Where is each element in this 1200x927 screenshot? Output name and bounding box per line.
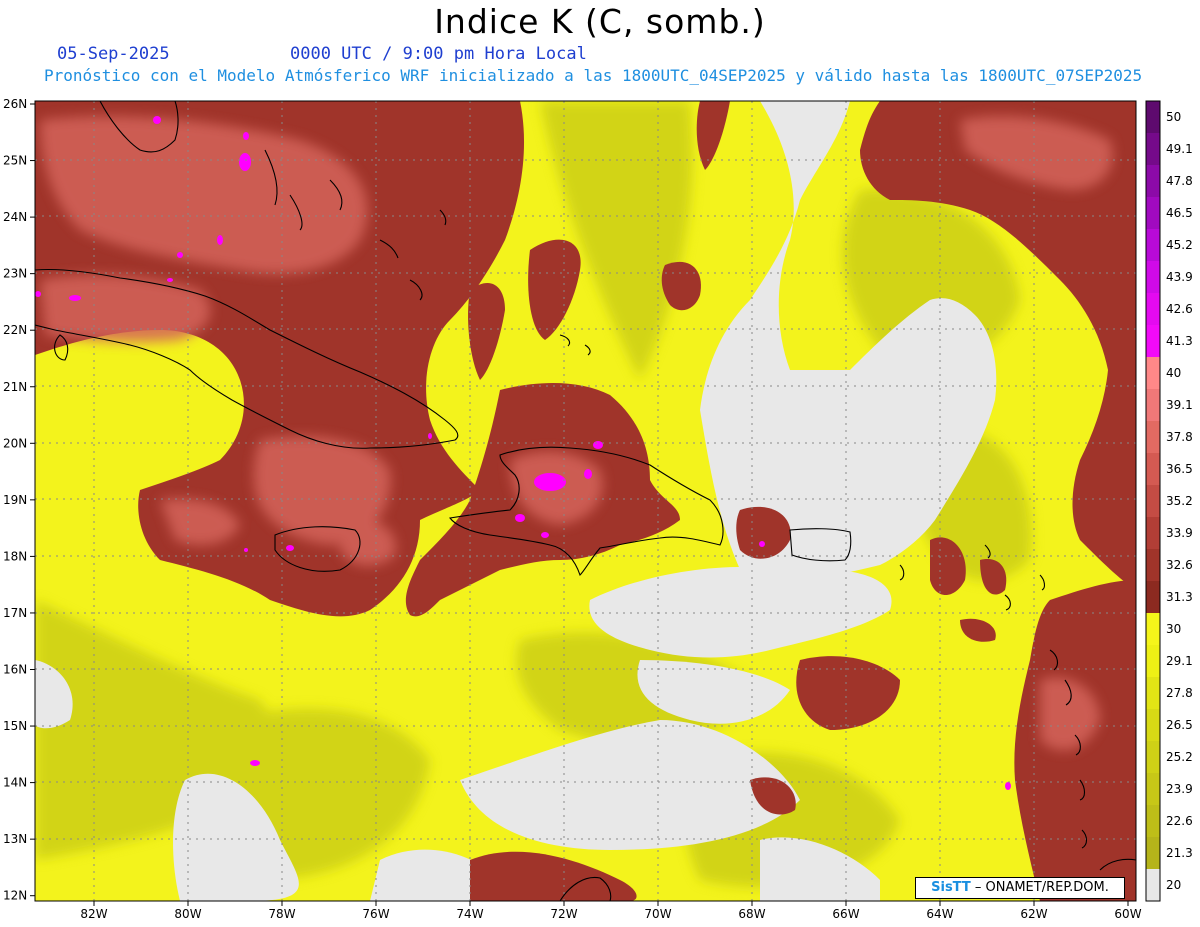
lon-label: 78W: [268, 907, 295, 921]
legend-label: 25.2: [1166, 750, 1193, 764]
latitude-labels: 26N 25N 24N 23N 22N 21N 20N 19N 18N 17N 16N 15N 14N 1…: [3, 97, 35, 903]
legend-swatch: [1146, 261, 1160, 294]
longitude-labels: 82W 80W 78W 76W 74W 72W 70W 68W 66W 64W 62W 60W: [80, 901, 1142, 921]
lat-label: 14N: [3, 776, 27, 790]
legend-label: 29.1: [1166, 654, 1193, 668]
legend-swatch: [1146, 645, 1160, 678]
legend-label: 49.1: [1166, 142, 1193, 156]
lat-label: 21N: [3, 380, 27, 394]
lat-label: 15N: [3, 719, 27, 733]
legend-label: 31.3: [1166, 590, 1193, 604]
legend-label: 41.3: [1166, 334, 1193, 348]
lat-label: 20N: [3, 436, 27, 450]
legend-label: 26.5: [1166, 718, 1193, 732]
legend-swatch: [1146, 517, 1160, 550]
lon-label: 80W: [174, 907, 201, 921]
lon-label: 68W: [738, 907, 765, 921]
sistt-logo: SisTT: [931, 880, 971, 895]
lat-label: 24N: [3, 210, 27, 224]
lon-label: 66W: [832, 907, 859, 921]
legend-swatch: [1146, 773, 1160, 806]
legend-swatch: [1146, 293, 1160, 326]
legend-swatch: [1146, 357, 1160, 390]
legend-label: 20: [1166, 878, 1181, 892]
legend-swatch: [1146, 485, 1160, 518]
lon-label: 70W: [644, 907, 671, 921]
legend-label: 27.8: [1166, 686, 1193, 700]
lon-label: 82W: [80, 907, 107, 921]
legend-swatch: [1146, 101, 1160, 134]
credit-text: – ONAMET/REP.DOM.: [970, 880, 1109, 895]
legend-swatch: [1146, 837, 1160, 870]
legend-swatch: [1146, 453, 1160, 486]
lat-label: 16N: [3, 663, 27, 677]
legend-swatch: [1146, 133, 1160, 166]
color-legend: 50 49.1 47.8 46.5 45.2 43.9 42.6 41.3 40 39.1 37.8…: [1145, 100, 1193, 902]
lon-label: 60W: [1114, 907, 1141, 921]
legend-label: 33.9: [1166, 526, 1193, 540]
legend-label: 35.2: [1166, 494, 1193, 508]
lat-label: 19N: [3, 493, 27, 507]
legend-swatch: [1146, 741, 1160, 774]
lat-label: 12N: [3, 889, 27, 903]
legend-label: 37.8: [1166, 430, 1193, 444]
lon-label: 76W: [362, 907, 389, 921]
legend-label: 45.2: [1166, 238, 1193, 252]
lat-label: 17N: [3, 606, 27, 620]
legend-label: 23.9: [1166, 782, 1193, 796]
legend-swatch: [1146, 421, 1160, 454]
lat-label: 26N: [3, 97, 27, 111]
legend-label: 43.9: [1166, 270, 1193, 284]
legend-swatch: [1146, 229, 1160, 262]
legend-label: 39.1: [1166, 398, 1193, 412]
legend-swatch: [1146, 389, 1160, 422]
credit-box: SisTT – ONAMET/REP.DOM.: [915, 877, 1125, 899]
legend-label: 22.6: [1166, 814, 1193, 828]
legend-label: 46.5: [1166, 206, 1193, 220]
lon-label: 64W: [926, 907, 953, 921]
legend-swatch: [1146, 677, 1160, 710]
legend-label: 32.6: [1166, 558, 1193, 572]
legend-label: 21.3: [1166, 846, 1193, 860]
lat-label: 18N: [3, 549, 27, 563]
lat-label: 23N: [3, 267, 27, 281]
legend-swatch: [1146, 709, 1160, 742]
legend-swatch: [1146, 549, 1160, 582]
k-index-map: 26N 25N 24N 23N 22N 21N 20N 19N 18N 17N 16N 15N 14N 1…: [3, 97, 1193, 921]
lat-label: 13N: [3, 832, 27, 846]
legend-label: 40: [1166, 366, 1181, 380]
legend-swatch: [1146, 325, 1160, 358]
legend-label: 50: [1166, 110, 1181, 124]
legend-label: 30: [1166, 622, 1181, 636]
shaded-field: [35, 101, 1136, 901]
legend-label: 42.6: [1166, 302, 1193, 316]
legend-swatch: [1146, 613, 1160, 646]
lon-label: 74W: [456, 907, 483, 921]
legend-label: 36.5: [1166, 462, 1193, 476]
lon-label: 62W: [1020, 907, 1047, 921]
lon-label: 72W: [550, 907, 577, 921]
legend-swatch: [1146, 165, 1160, 198]
legend-swatch: [1146, 197, 1160, 230]
legend-label: 47.8: [1166, 174, 1193, 188]
legend-swatch: [1146, 869, 1160, 902]
legend-swatch: [1146, 805, 1160, 838]
legend-swatch: [1146, 581, 1160, 614]
lat-label: 22N: [3, 323, 27, 337]
lat-label: 25N: [3, 154, 27, 168]
